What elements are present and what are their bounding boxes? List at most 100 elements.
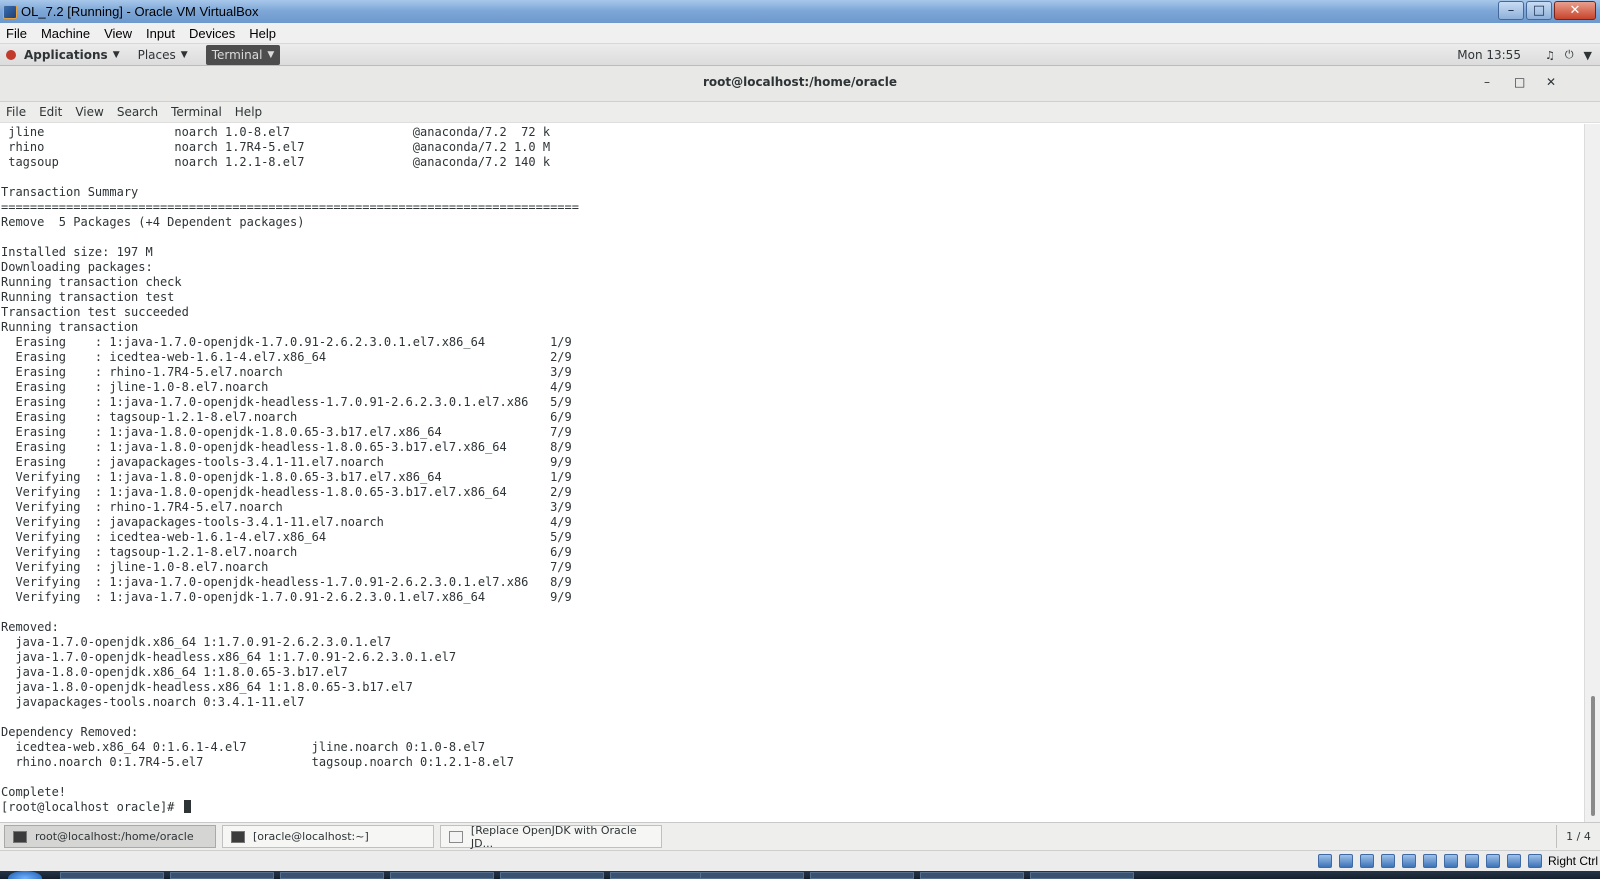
keyboard-icon[interactable] (1528, 854, 1542, 868)
cpu-icon[interactable] (1486, 854, 1500, 868)
taskbar-slot[interactable] (610, 872, 714, 879)
taskbar-slot[interactable] (920, 872, 1024, 879)
terminal-minimize-button[interactable]: – (1484, 75, 1490, 89)
terminal-line: Erasing : 1:java-1.8.0-openjdk-headless-… (1, 440, 572, 454)
windows-taskbar (0, 871, 1600, 879)
terminal-line: Verifying : 1:java-1.8.0-openjdk-headles… (1, 485, 572, 499)
taskbar-slot[interactable] (1030, 872, 1134, 879)
terminal-line: Erasing : 1:java-1.7.0-openjdk-headless-… (1, 395, 572, 409)
terminal-line: Remove 5 Packages (+4 Dependent packages… (1, 215, 305, 229)
display-icon[interactable] (1444, 854, 1458, 868)
vbox-menu-file[interactable]: File (6, 26, 27, 41)
minimize-button[interactable]: – (1498, 1, 1524, 20)
terminal-scrollbar[interactable] (1584, 124, 1600, 822)
gnome-bottom-taskbar: root@localhost:/home/oracle [oracle@loca… (0, 822, 1600, 850)
power-icon[interactable]: ⏻ (1565, 48, 1574, 62)
scrollbar-thumb[interactable] (1591, 696, 1595, 816)
places-menu[interactable]: Places ▼ (138, 48, 188, 62)
terminal-line: Running transaction check (1, 275, 182, 289)
terminal-lines: jline noarch 1.0-8.el7 @anaconda/7.2 72 … (1, 125, 579, 815)
task-text-editor[interactable]: [Replace OpenJDK with Oracle JD... (440, 824, 662, 850)
vbox-menu-help[interactable]: Help (249, 26, 276, 41)
terminal-line: Transaction test succeeded (1, 305, 189, 319)
terminal-line: Verifying : icedtea-web-1.6.1-4.el7.x86_… (1, 530, 572, 544)
terminal-line: Verifying : rhino-1.7R4-5.el7.noarch 3/9 (1, 500, 572, 514)
terminal-menu-file[interactable]: File (6, 105, 26, 119)
terminal-menu-help[interactable]: Help (235, 105, 262, 119)
terminal-line: Verifying : jline-1.0-8.el7.noarch 7/9 (1, 560, 572, 574)
terminal-menu-terminal[interactable]: Terminal (171, 105, 222, 119)
taskbar-slot[interactable] (810, 872, 914, 879)
start-orb-icon[interactable] (8, 871, 42, 879)
vbox-statusbar: Right Ctrl (0, 850, 1600, 871)
terminal-line: Downloading packages: (1, 260, 153, 274)
terminal-line: Verifying : 1:java-1.7.0-openjdk-headles… (1, 575, 572, 589)
text-editor-icon (449, 830, 463, 843)
optical-drive-icon[interactable] (1339, 854, 1353, 868)
vbox-menu-machine[interactable]: Machine (41, 26, 90, 41)
vbox-menu-devices[interactable]: Devices (189, 26, 235, 41)
applications-menu[interactable]: Applications ▼ (6, 48, 120, 62)
video-capture-icon[interactable] (1465, 854, 1479, 868)
terminal-close-button[interactable]: ✕ (1546, 75, 1556, 89)
terminal-titlebar: root@localhost:/home/oracle – □ ✕ (0, 66, 1600, 102)
workspace-pager[interactable]: 1 / 4 (1556, 825, 1600, 848)
terminal-line: Verifying : 1:java-1.8.0-openjdk-1.8.0.6… (1, 470, 572, 484)
taskbar-slot[interactable] (170, 872, 274, 879)
terminal-line: java-1.7.0-openjdk-headless.x86_64 1:1.7… (1, 650, 457, 664)
terminal-menu-view[interactable]: View (75, 105, 103, 119)
terminal-line: rhino.noarch 0:1.7R4-5.el7 tagsoup.noarc… (1, 755, 514, 769)
vbox-menu-input[interactable]: Input (146, 26, 175, 41)
taskbar-slot[interactable] (280, 872, 384, 879)
clock[interactable]: Mon 13:55 (1457, 48, 1521, 62)
taskbar-slot[interactable] (390, 872, 494, 879)
places-label: Places (137, 47, 176, 62)
terminal-line: Installed size: 197 M (1, 245, 153, 259)
taskbar-slot[interactable] (500, 872, 604, 879)
shared-folders-icon[interactable] (1423, 854, 1437, 868)
vbox-menu-view[interactable]: View (104, 26, 132, 41)
taskbar-slot[interactable] (60, 872, 164, 879)
terminal-line: javapackages-tools.noarch 0:3.4.1-11.el7 (1, 695, 305, 709)
hard-disk-icon[interactable] (1318, 854, 1332, 868)
taskbar-slot[interactable] (700, 872, 804, 879)
task-root-terminal[interactable]: root@localhost:/home/oracle (4, 825, 216, 848)
mouse-integration-icon[interactable] (1507, 854, 1521, 868)
chevron-down-icon: ▼ (267, 49, 275, 60)
terminal-line: Erasing : 1:java-1.8.0-openjdk-1.8.0.65-… (1, 425, 572, 439)
terminal-line: Complete! (1, 785, 67, 799)
terminal-line: tagsoup noarch 1.2.1-8.el7 @anaconda/7.2… (1, 155, 551, 169)
device-indicators (1311, 854, 1542, 868)
terminal-menu-edit[interactable]: Edit (39, 105, 62, 119)
terminal-line: Verifying : javapackages-tools-3.4.1-11.… (1, 515, 572, 529)
chevron-down-icon[interactable]: ▼ (1584, 49, 1592, 62)
terminal-line: java-1.8.0-openjdk-headless.x86_64 1:1.8… (1, 680, 413, 694)
task-oracle-terminal[interactable]: [oracle@localhost:~] (222, 825, 434, 848)
terminal-line: Verifying : tagsoup-1.2.1-8.el7.noarch 6… (1, 545, 572, 559)
terminal-app-menu[interactable]: Terminal ▼ (205, 44, 281, 65)
chevron-down-icon: ▼ (112, 49, 120, 60)
terminal-line: Transaction Summary (1, 185, 139, 199)
terminal-output[interactable]: jline noarch 1.0-8.el7 @anaconda/7.2 72 … (0, 124, 1584, 822)
terminal-prompt-line[interactable]: [root@localhost oracle]# (1, 800, 579, 815)
audio-icon[interactable] (1360, 854, 1374, 868)
volume-icon[interactable]: ♫ (1545, 49, 1555, 62)
terminal-line: rhino noarch 1.7R4-5.el7 @anaconda/7.2 1… (1, 140, 551, 154)
terminal-title: root@localhost:/home/oracle (702, 75, 898, 89)
terminal-line: Dependency Removed: (1, 725, 139, 739)
network-icon[interactable] (1381, 854, 1395, 868)
terminal-menu-search[interactable]: Search (117, 105, 158, 119)
chevron-down-icon: ▼ (180, 49, 188, 60)
virtualbox-icon (3, 4, 17, 19)
usb-icon[interactable] (1402, 854, 1416, 868)
terminal-icon (231, 830, 245, 843)
terminal-label: Terminal (211, 47, 263, 62)
maximize-button[interactable]: □ (1526, 1, 1552, 20)
terminal-maximize-button[interactable]: □ (1514, 75, 1525, 89)
close-button[interactable]: ✕ (1554, 1, 1596, 20)
terminal-line: Running transaction test (1, 290, 175, 304)
task-label: [oracle@localhost:~] (253, 830, 369, 843)
